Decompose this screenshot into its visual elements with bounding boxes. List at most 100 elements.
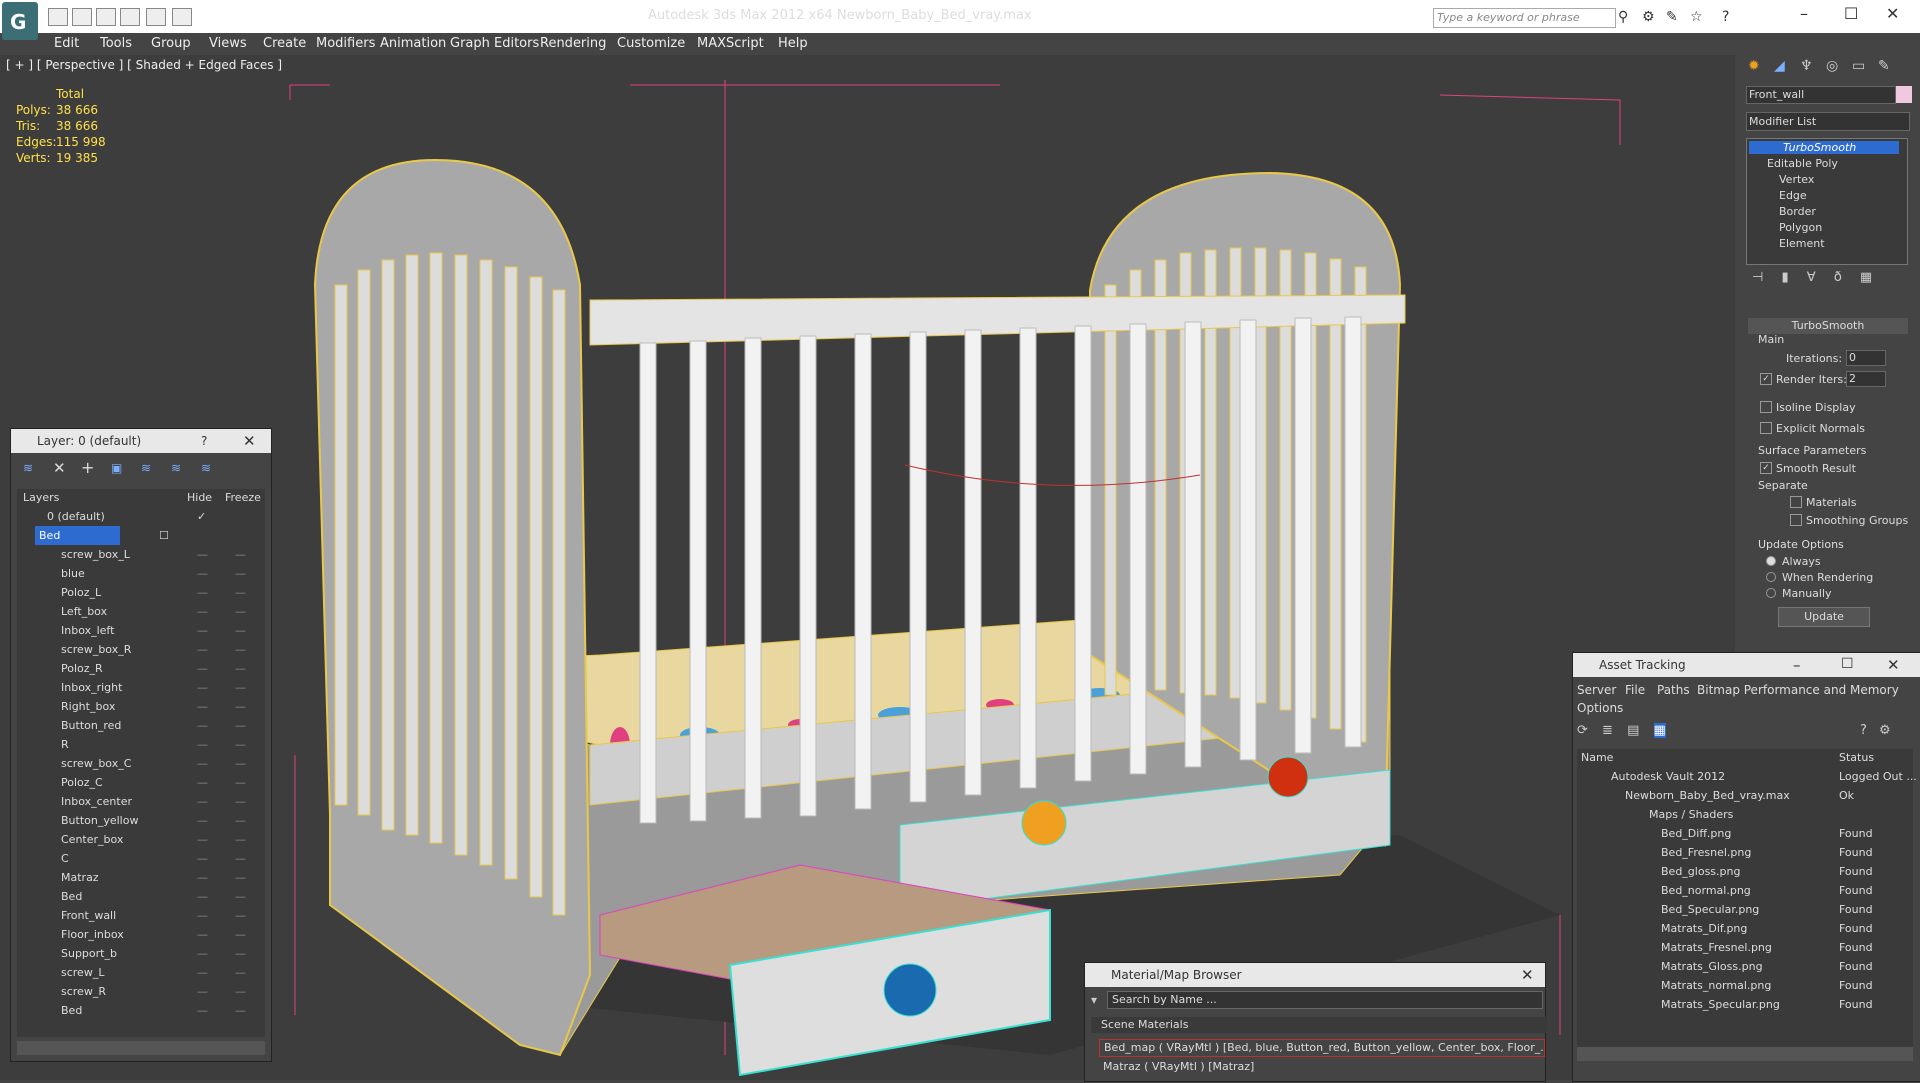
current-layer-icon[interactable]: ☐ <box>159 526 169 545</box>
material-browser-titlebar[interactable]: Material/Map Browser ✕ <box>1085 963 1545 987</box>
menu-bitmap-performance[interactable]: Bitmap Performance and Memory <box>1697 683 1899 697</box>
hide-toggle[interactable]: — <box>197 583 208 602</box>
object-row[interactable]: C — — <box>17 849 265 868</box>
layer-manager-titlebar[interactable]: Layer: 0 (default) ? ✕ <box>11 429 271 453</box>
object-row[interactable]: Right_box — — <box>17 697 265 716</box>
hide-toggle[interactable]: — <box>197 792 208 811</box>
col-layers[interactable]: Layers <box>23 491 59 504</box>
hide-toggle[interactable]: — <box>197 925 208 944</box>
object-row[interactable]: Left_box — — <box>17 602 265 621</box>
asset-row[interactable]: Bed_gloss.png Found <box>1581 862 1917 881</box>
remove-modifier-icon[interactable]: ð <box>1834 270 1842 285</box>
hide-toggle[interactable]: — <box>197 640 208 659</box>
asset-row[interactable]: Maps / Shaders <box>1581 805 1917 824</box>
smooth-result-checkbox[interactable]: ✓ <box>1760 462 1772 474</box>
hide-all-icon[interactable]: ≋ <box>171 461 181 475</box>
configure-sets-icon[interactable]: ▦ <box>1860 270 1872 285</box>
object-row[interactable]: Matraz — — <box>17 868 265 887</box>
freeze-toggle[interactable]: — <box>235 887 246 906</box>
object-row[interactable]: screw_box_C — — <box>17 754 265 773</box>
col-status[interactable]: Status <box>1839 751 1874 764</box>
menu-help[interactable]: Help <box>778 36 808 51</box>
freeze-toggle[interactable]: — <box>235 735 246 754</box>
menu-modifiers[interactable]: Modifiers <box>316 36 375 51</box>
explicit-normals-checkbox[interactable] <box>1760 422 1772 434</box>
menu-graph-editors[interactable]: Graph Editors <box>450 36 539 51</box>
hide-toggle[interactable]: — <box>197 735 208 754</box>
asset-row[interactable]: Bed_Specular.png Found <box>1581 900 1917 919</box>
hide-toggle[interactable]: — <box>197 982 208 1001</box>
freeze-toggle[interactable]: — <box>235 640 246 659</box>
menu-rendering[interactable]: Rendering <box>540 36 606 51</box>
hierarchy-tab-icon[interactable]: ♆ <box>1800 58 1813 74</box>
add-layer-icon[interactable]: + <box>81 458 94 477</box>
hide-toggle[interactable]: — <box>197 545 208 564</box>
col-name[interactable]: Name <box>1581 751 1613 764</box>
info-center-icon[interactable]: ⚙ <box>1642 9 1655 25</box>
communication-icon[interactable]: ✎ <box>1666 9 1678 25</box>
undo-icon[interactable] <box>146 8 166 26</box>
freeze-toggle[interactable]: — <box>235 944 246 963</box>
hide-toggle[interactable]: — <box>197 602 208 621</box>
options-dropdown-icon[interactable]: ▾ <box>1091 993 1097 1007</box>
object-row[interactable]: screw_box_L — — <box>17 545 265 564</box>
freeze-toggle[interactable]: — <box>235 868 246 887</box>
freeze-toggle[interactable]: — <box>235 621 246 640</box>
asset-row[interactable]: Matrats_Fresnel.png Found <box>1581 938 1917 957</box>
object-row[interactable]: Front_wall — — <box>17 906 265 925</box>
freeze-toggle[interactable]: — <box>235 906 246 925</box>
settings-icon[interactable]: ⚙ <box>1879 723 1891 738</box>
hide-toggle[interactable]: — <box>197 621 208 640</box>
menu-customize[interactable]: Customize <box>617 36 685 51</box>
menu-tools[interactable]: Tools <box>100 36 132 51</box>
table-view-icon[interactable]: ▦ <box>1653 723 1666 738</box>
scene-materials-group[interactable]: Scene Materials <box>1091 1017 1547 1033</box>
always-radio[interactable] <box>1766 556 1776 566</box>
stack-polygon[interactable]: Polygon <box>1779 221 1822 234</box>
layer-row-selected[interactable]: Bed ☐ <box>17 526 265 545</box>
save-icon[interactable] <box>72 8 92 26</box>
hide-toggle[interactable]: — <box>197 564 208 583</box>
menu-options[interactable]: Options <box>1577 701 1623 715</box>
manually-radio[interactable] <box>1766 588 1776 598</box>
iterations-spinner[interactable]: 0 <box>1846 350 1886 366</box>
object-row[interactable]: Support_b — — <box>17 944 265 963</box>
close-icon[interactable]: ✕ <box>1521 966 1534 984</box>
freeze-all-icon[interactable]: ≋ <box>201 461 211 475</box>
hold-icon[interactable] <box>120 8 140 26</box>
select-objects-icon[interactable]: ▣ <box>111 461 122 475</box>
stack-vertex[interactable]: Vertex <box>1779 173 1814 186</box>
minimize-icon[interactable]: – <box>1800 4 1808 23</box>
menu-file[interactable]: File <box>1625 683 1645 697</box>
close-icon[interactable]: ✕ <box>243 432 256 450</box>
material-item[interactable]: Bed_map ( VRayMtl ) [Bed, blue, Button_r… <box>1099 1039 1545 1057</box>
stack-turbosmooth[interactable]: TurboSmooth <box>1749 141 1899 154</box>
hide-toggle[interactable]: — <box>197 906 208 925</box>
freeze-toggle[interactable]: — <box>235 811 246 830</box>
object-row[interactable]: Poloz_L — — <box>17 583 265 602</box>
help-icon[interactable]: ? <box>201 434 207 448</box>
freeze-toggle[interactable]: — <box>235 678 246 697</box>
hide-toggle[interactable]: — <box>197 716 208 735</box>
freeze-toggle[interactable]: — <box>235 792 246 811</box>
search-input[interactable]: Type a keyword or phrase <box>1433 8 1616 28</box>
minimize-icon[interactable]: – <box>1793 656 1801 674</box>
menu-paths[interactable]: Paths <box>1657 683 1690 697</box>
menu-group[interactable]: Group <box>151 36 191 51</box>
freeze-toggle[interactable]: — <box>235 716 246 735</box>
menu-create[interactable]: Create <box>263 36 306 51</box>
menu-edit[interactable]: Edit <box>54 36 79 51</box>
asset-row[interactable]: Newborn_Baby_Bed_vray.max Ok <box>1581 786 1917 805</box>
asset-row[interactable]: Matrats_Dif.png Found <box>1581 919 1917 938</box>
motion-tab-icon[interactable]: ◎ <box>1826 58 1838 74</box>
freeze-toggle[interactable]: — <box>235 602 246 621</box>
freeze-toggle[interactable]: — <box>235 583 246 602</box>
render-iters-checkbox[interactable]: ✓ <box>1760 373 1772 385</box>
freeze-toggle[interactable]: — <box>235 982 246 1001</box>
menu-views[interactable]: Views <box>209 36 247 51</box>
hide-toggle[interactable]: — <box>197 773 208 792</box>
hide-toggle[interactable]: — <box>197 678 208 697</box>
object-row[interactable]: blue — — <box>17 564 265 583</box>
favorites-icon[interactable]: ☆ <box>1690 9 1703 25</box>
object-row[interactable]: Bed — — <box>17 887 265 906</box>
